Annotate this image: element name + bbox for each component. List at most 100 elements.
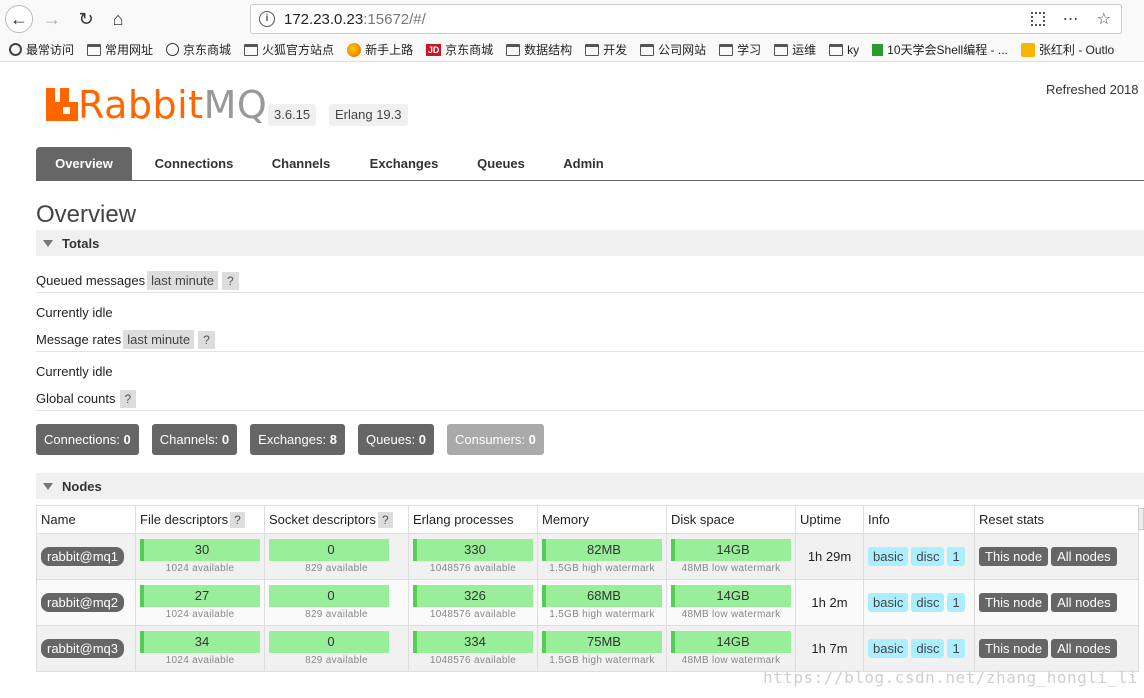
reload-icon[interactable]: ↻ [72, 5, 100, 33]
help-button[interactable]: ? [198, 331, 215, 349]
site-info-icon[interactable]: i [259, 11, 275, 27]
reset-this-node-button[interactable]: This node [979, 639, 1049, 658]
global-counts: Connections: 0 Channels: 0 Exchanges: 8 … [36, 424, 544, 455]
memory-meter: 68MB [542, 585, 662, 607]
help-button[interactable]: ? [119, 390, 137, 408]
folder-icon [585, 43, 600, 56]
back-arrow-icon[interactable]: ← [5, 5, 33, 33]
reset-all-nodes-button[interactable]: All nodes [1051, 547, 1117, 566]
consumers-count-button[interactable]: Consumers: 0 [446, 424, 544, 455]
memory-limit: 1.5GB high watermark [549, 609, 655, 620]
connections-count-button[interactable]: Connections: 0 [36, 424, 139, 455]
rabbitmq-logo[interactable]: RabbitMQ TM [46, 86, 279, 126]
exchanges-count-button[interactable]: Exchanges: 8 [250, 424, 345, 455]
socket-descriptors-meter: 0 [269, 585, 389, 607]
page-actions-icon[interactable]: ⋯ [1063, 9, 1079, 29]
nodes-section-header[interactable]: Nodes [36, 473, 1144, 499]
bookmark-item[interactable]: JD 京东商城 [426, 41, 493, 58]
bookmark-item[interactable]: 运维 [774, 41, 816, 58]
bookmark-item[interactable]: 开发 [585, 41, 627, 58]
nodes-heading: Nodes [62, 478, 102, 494]
help-button[interactable]: ? [377, 512, 393, 528]
main-tabs: Overview Connections Channels Exchanges … [36, 147, 1144, 181]
reset-all-nodes-button[interactable]: All nodes [1051, 593, 1117, 612]
bookmark-item[interactable]: 数据结构 [506, 41, 572, 58]
socket-descriptors-limit: 829 available [305, 609, 368, 620]
bookmark-star-icon[interactable]: ☆ [1097, 9, 1111, 29]
node-name-cell: rabbit@mq3 [36, 625, 136, 672]
disk-space-cell: 14GB 48MB low watermark [666, 625, 796, 672]
info-badge: basic [868, 639, 909, 658]
column-header-name: Name [36, 505, 136, 534]
reset-stats-cell: This node All nodes [974, 533, 1139, 580]
node-name-cell: rabbit@mq2 [36, 579, 136, 626]
bookmark-label: 运维 [792, 43, 817, 57]
jd-icon: JD [426, 43, 442, 56]
tab-channels[interactable]: Channels [264, 147, 338, 181]
tab-exchanges[interactable]: Exchanges [361, 147, 447, 181]
queued-range-select[interactable]: last minute [147, 271, 218, 290]
help-button[interactable]: ? [230, 512, 245, 528]
tab-connections[interactable]: Connections [146, 147, 242, 181]
watermark-text: https://blog.csdn.net/zhang_hongli_li [763, 668, 1138, 687]
reset-this-node-button[interactable]: This node [979, 547, 1049, 566]
table-scroll-handle[interactable] [1138, 508, 1144, 530]
reset-all-nodes-button[interactable]: All nodes [1051, 639, 1117, 658]
tab-admin[interactable]: Admin [556, 147, 611, 181]
node-link[interactable]: rabbit@mq3 [41, 639, 125, 658]
totals-section-header[interactable]: Totals [36, 230, 1144, 256]
uptime-cell: 1h 2m [795, 579, 864, 626]
bookmark-item[interactable]: 学习 [719, 41, 761, 58]
bookmark-item[interactable]: 10天学会Shell编程 - ... [872, 41, 1008, 58]
socket-descriptors-meter: 0 [269, 631, 389, 653]
info-badge: disc [911, 593, 945, 612]
global-counts-row: Global counts? [36, 390, 137, 408]
bookmark-item[interactable]: 常用网址 [87, 41, 153, 58]
url-text: 172.23.0.23:15672/#/ [284, 11, 426, 28]
tab-overview[interactable]: Overview [36, 147, 132, 181]
socket-descriptors-cell: 0 829 available [264, 579, 409, 626]
bookmark-item[interactable]: ky [829, 43, 859, 57]
node-link[interactable]: rabbit@mq1 [41, 547, 125, 566]
bookmark-label: 公司网站 [658, 43, 707, 57]
memory-meter: 82MB [542, 539, 662, 561]
queues-count-button[interactable]: Queues: 0 [357, 424, 434, 455]
tab-queues[interactable]: Queues [468, 147, 534, 181]
erlang-processes-meter: 326 [413, 585, 533, 607]
queued-messages-label: Queued messages [36, 273, 146, 288]
green-doc-icon [872, 43, 884, 56]
address-bar[interactable]: i 172.23.0.23:15672/#/ ⋯ ☆ [250, 4, 1122, 34]
bookmark-item[interactable]: 京东商城 [166, 41, 231, 58]
bookmark-item[interactable]: 火狐官方站点 [244, 41, 334, 58]
divider [36, 410, 1144, 411]
column-header-memory: Memory [537, 505, 667, 534]
socket-descriptors-meter: 0 [269, 539, 389, 561]
home-icon[interactable]: ⌂ [104, 5, 132, 33]
forward-arrow-icon[interactable]: → [38, 5, 66, 33]
folder-icon [244, 43, 259, 56]
bookmark-item[interactable]: 张红利 - Outlo [1020, 41, 1114, 58]
memory-limit: 1.5GB high watermark [549, 563, 655, 574]
info-badge: 1 [947, 639, 965, 658]
collapse-triangle-icon [43, 482, 53, 490]
bookmark-label: 10天学会Shell编程 - ... [887, 43, 1008, 57]
bookmark-item[interactable]: 公司网站 [640, 41, 706, 58]
erlang-processes-meter: 330 [413, 539, 533, 561]
node-link[interactable]: rabbit@mq2 [41, 593, 125, 612]
info-cell: basic disc 1 [863, 579, 975, 626]
column-header-uptime: Uptime [795, 505, 864, 534]
column-header-reset-stats: Reset stats [974, 505, 1139, 534]
file-descriptors-meter: 34 [140, 631, 260, 653]
folder-icon [719, 43, 734, 56]
help-button[interactable]: ? [222, 272, 239, 290]
reset-this-node-button[interactable]: This node [979, 593, 1049, 612]
logo-text: RabbitMQ [78, 83, 268, 127]
channels-count-button[interactable]: Channels: 0 [151, 424, 238, 455]
qr-code-icon[interactable] [1030, 12, 1045, 26]
memory-cell: 68MB 1.5GB high watermark [537, 579, 667, 626]
bookmark-item[interactable]: 新手上路 [347, 41, 413, 58]
divider [36, 292, 1144, 293]
erlang-processes-limit: 1048576 available [429, 563, 517, 574]
rates-range-select[interactable]: last minute [123, 330, 195, 349]
bookmark-item[interactable]: 最常访问 [9, 41, 74, 58]
